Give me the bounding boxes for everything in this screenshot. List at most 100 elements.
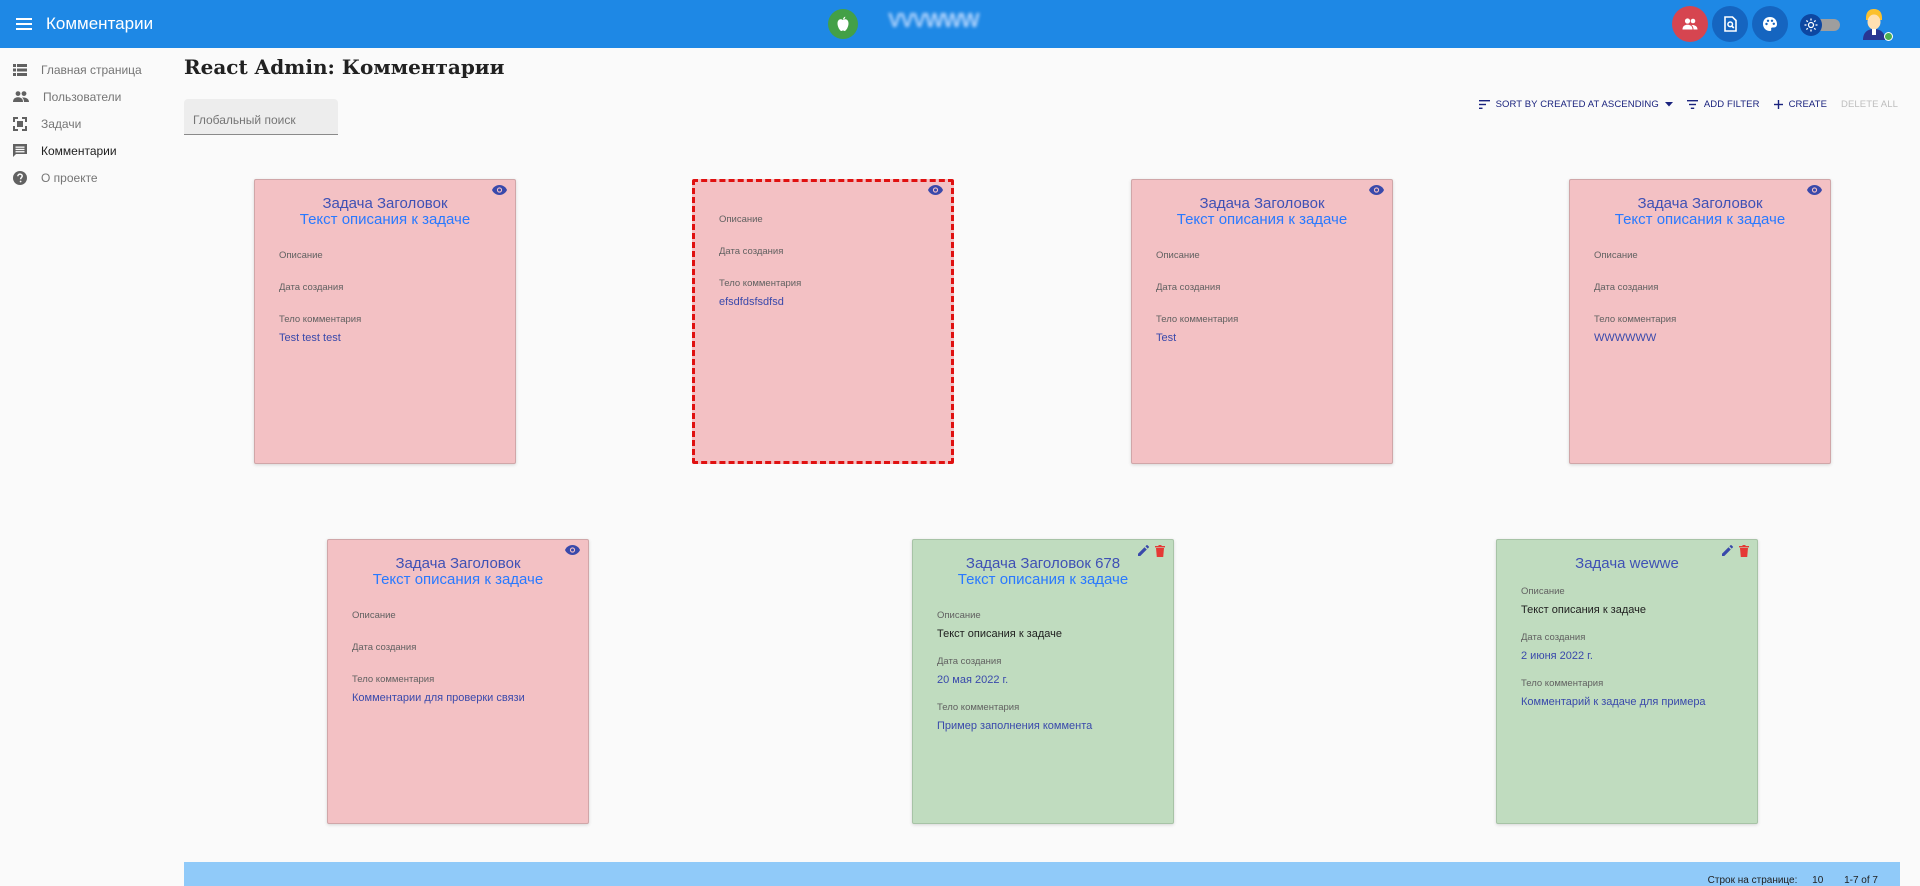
add-filter-label: ADD FILTER [1703,99,1760,110]
list-toolbar: SORT BY CREATED AT ASCENDING ADD FILTER … [1478,99,1898,110]
sort-label: SORT BY CREATED AT ASCENDING [1495,99,1659,110]
user-avatar[interactable] [1856,6,1893,42]
create-label: CREATE [1788,99,1828,110]
card-subtitle: Текст описания к задаче [299,211,471,228]
eye-icon[interactable] [492,185,507,195]
body-label: Тело комментария [352,674,435,685]
comment-body: Test [1156,332,1177,344]
find-in-page-icon [1723,16,1737,32]
document-search-button[interactable] [1712,6,1748,42]
sidebar-item-comments[interactable]: Комментарии [0,137,170,164]
delete-all-button[interactable]: DELETE ALL [1841,99,1898,110]
eye-icon[interactable] [1807,185,1822,195]
comment-icon [13,143,27,157]
search-input[interactable] [184,99,338,134]
sidebar: Главная страница Пользователи Задачи Ком… [0,56,170,191]
comment-body: Пример заполнения коммента [937,720,1093,732]
description-label: Описание [1156,250,1200,261]
search-field[interactable] [184,99,338,135]
comment-body: WWWWWW [1594,332,1657,344]
description-label: Описание [279,250,323,261]
sun-icon [1800,14,1822,36]
plus-icon [1773,100,1783,109]
sidebar-item-label: О проекте [41,170,98,185]
edit-icon[interactable] [1722,545,1733,556]
body-label: Тело комментария [1521,678,1604,689]
hamburger-menu-icon [16,18,32,30]
palette-icon [1763,17,1777,31]
sidebar-item-label: Главная страница [41,62,142,77]
list-icon [13,63,27,76]
created-label: Дата создания [352,642,417,653]
description-label: Описание [719,214,763,225]
apple-logo-icon[interactable] [828,9,858,39]
create-button[interactable]: CREATE [1773,99,1828,110]
pagination-info: Строк на странице: 10 1-7 of 7 [1708,875,1878,886]
comment-card[interactable]: Задача Заголовок Текст описания к задаче… [1569,179,1831,464]
comment-card-editable[interactable]: Задача Заголовок 678 Текст описания к за… [912,539,1174,824]
menu-button[interactable] [0,0,48,48]
eye-icon[interactable] [928,185,943,195]
delete-icon[interactable] [1739,545,1749,557]
comment-body: Комментарии для проверки связи [352,692,525,704]
description-label: Описание [352,610,396,621]
eye-icon[interactable] [1369,185,1384,195]
sidebar-item-label: Задачи [41,116,82,131]
card-title: Задача Заголовок 678 [965,555,1121,572]
created-value: 20 мая 2022 г. [937,674,1009,686]
sort-icon [1478,100,1490,109]
theme-toggle[interactable] [1800,14,1844,36]
card-title: Задача Заголовок [1637,195,1763,212]
description-value: Текст описания к задаче [937,628,1062,640]
card-subtitle: Текст описания к задаче [957,571,1129,588]
card-title: Задача Заголовок [322,195,448,212]
body-label: Тело комментария [1594,314,1677,325]
comment-body: Комментарий к задаче для примера [1521,696,1706,708]
eye-icon[interactable] [565,545,580,555]
pagination-bar: Строк на странице: 10 1-7 of 7 [184,862,1900,886]
description-value: Текст описания к задаче [1521,604,1646,616]
delete-all-label: DELETE ALL [1841,99,1898,110]
edit-icon[interactable] [1138,545,1149,556]
sidebar-item-label: Пользователи [43,89,122,104]
card-subtitle: Текст описания к задаче [372,571,544,588]
comment-body: Test test test [279,332,341,344]
app-bar: Комментарии VVVWWW [0,0,1920,48]
description-label: Описание [1594,250,1638,261]
created-label: Дата создания [1521,632,1586,643]
add-filter-button[interactable]: ADD FILTER [1686,99,1760,110]
created-label: Дата создания [1594,282,1659,293]
sidebar-item-tasks[interactable]: Задачи [0,110,170,137]
comment-card[interactable]: Задача Заголовок Текст описания к задаче… [327,539,589,824]
comment-card[interactable]: Задача Заголовок Текст описания к задаче… [1131,179,1393,464]
created-label: Дата создания [937,656,1002,667]
created-label: Дата создания [719,246,784,257]
people-icon [1682,18,1698,30]
sidebar-item-users[interactable]: Пользователи [0,83,170,110]
palette-button[interactable] [1752,6,1788,42]
card-title: Задача wewwe [1575,555,1679,572]
comment-body: efsdfdsfsdfsd [719,296,784,308]
created-label: Дата создания [1156,282,1221,293]
delete-icon[interactable] [1155,545,1165,557]
sort-button[interactable]: SORT BY CREATED AT ASCENDING [1478,99,1673,110]
comment-card-selected[interactable]: Описание Дата создания Тело комментария … [692,179,954,464]
sidebar-item-home[interactable]: Главная страница [0,56,170,83]
online-status-dot [1884,32,1893,41]
rows-per-page-label: Строк на странице: [1707,875,1798,886]
comment-card-editable[interactable]: Задача wewwe Описание Текст описания к з… [1496,539,1758,824]
card-title: Задача Заголовок [395,555,521,572]
body-label: Тело комментария [1156,314,1239,325]
card-subtitle: Текст описания к задаче [1614,211,1786,228]
app-title: Комментарии [46,14,154,33]
comment-card[interactable]: Задача Заголовок Текст описания к задаче… [254,179,516,464]
body-label: Тело комментария [279,314,362,325]
sidebar-item-label: Комментарии [41,143,117,158]
rows-per-page-select[interactable]: 10 [1812,875,1823,886]
task-icon [13,116,27,131]
created-value: 2 июня 2022 г. [1521,650,1593,662]
page-range: 1-7 of 7 [1844,875,1878,886]
users-button[interactable] [1672,6,1708,42]
sidebar-item-about[interactable]: О проекте [0,164,170,191]
arrow-drop-down-icon [1664,102,1673,107]
